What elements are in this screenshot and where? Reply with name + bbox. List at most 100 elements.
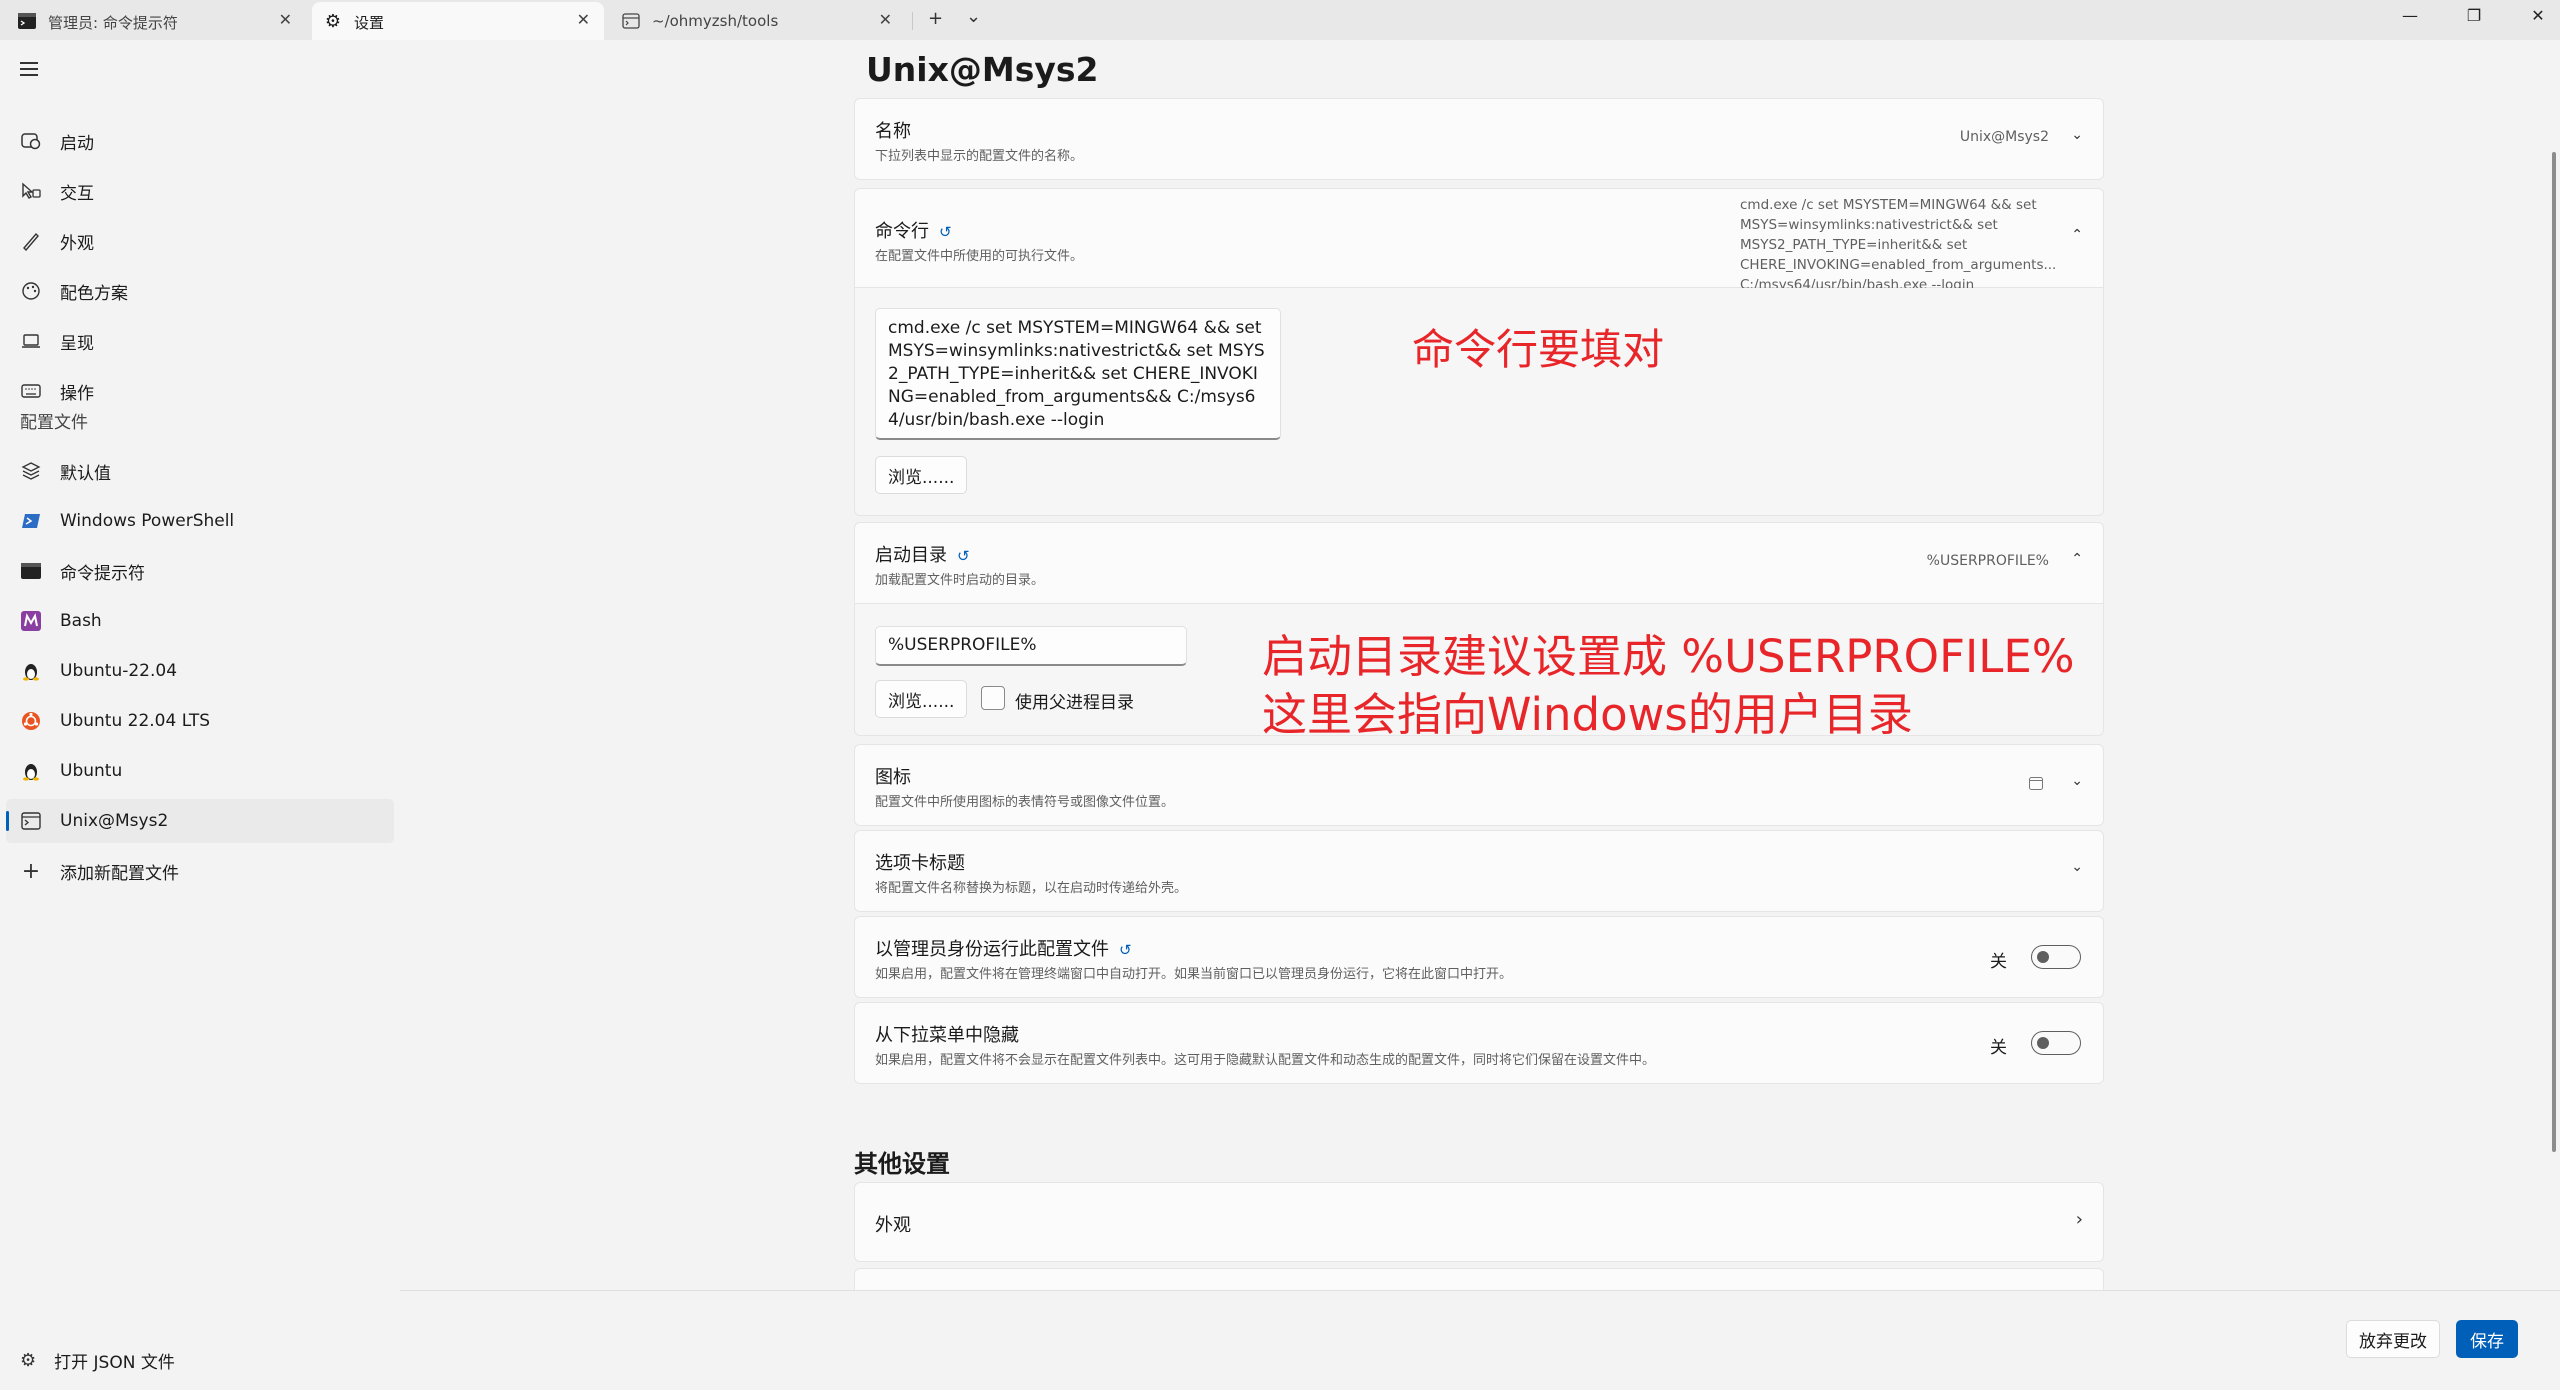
setting-description: 将配置文件名称替换为标题，以在启动时传递给外壳。 — [875, 881, 1188, 896]
sidebar-item-label: Bash — [60, 611, 102, 631]
title-bar: 管理员: 命令提示符 ✕ ⚙ 设置 ✕ ~/ohmyzsh/tools ✕ + … — [0, 0, 2560, 40]
sidebar-item-command-prompt[interactable]: 命令提示符 — [6, 549, 394, 593]
chevron-up-icon[interactable]: ⌃ — [2071, 227, 2083, 243]
use-parent-dir-checkbox[interactable] — [981, 686, 1005, 710]
setting-title: 图标 — [875, 767, 911, 788]
msys-icon — [20, 610, 42, 632]
setting-description: 如果启用，配置文件将不会显示在配置文件列表中。这可用于隐藏默认配置文件和动态生成… — [875, 1053, 1656, 1068]
chevron-right-icon: › — [2075, 1209, 2083, 1230]
scrollbar[interactable] — [2552, 152, 2556, 1152]
appearance-icon — [20, 230, 42, 252]
reset-icon[interactable]: ↺ — [1119, 941, 1132, 959]
restore-button[interactable]: ❐ — [2462, 6, 2486, 25]
toggle-state-label: 关 — [1990, 1038, 2007, 1058]
close-icon[interactable]: ✕ — [279, 10, 292, 29]
sidebar: 启动 交互 外观 配色方案 呈现 操作 配置文件 默认值 Windows Pow… — [0, 40, 400, 1390]
chevron-up-icon[interactable]: ⌃ — [2071, 551, 2083, 567]
save-button[interactable]: 保存 — [2456, 1320, 2518, 1358]
commandline-setting-card[interactable]: 命令行 ↺ 在配置文件中所使用的可执行文件。 cmd.exe /c set MSY… — [854, 188, 2104, 293]
open-json-label: 打开 JSON 文件 — [54, 1353, 175, 1373]
sidebar-item-label: Ubuntu — [60, 761, 123, 781]
sidebar-item-startup[interactable]: 启动 — [6, 119, 394, 163]
chevron-down-icon[interactable]: ⌄ — [2071, 859, 2083, 875]
sidebar-item-label: 外观 — [60, 233, 94, 254]
sidebar-item-label: 默认值 — [60, 463, 111, 484]
sidebar-item-ubuntu[interactable]: Ubuntu — [6, 749, 394, 793]
setting-title: 命令行 ↺ — [875, 221, 952, 242]
sidebar-item-rendering[interactable]: 呈现 — [6, 319, 394, 363]
sidebar-item-bash[interactable]: Bash — [6, 599, 394, 643]
close-icon[interactable]: ✕ — [577, 10, 590, 29]
rendering-icon — [20, 330, 42, 352]
sidebar-item-interaction[interactable]: 交互 — [6, 169, 394, 213]
run-as-admin-setting-card: 以管理员身份运行此配置文件 ↺ 如果启用，配置文件将在管理终端窗口中自动打开。如果… — [854, 916, 2104, 998]
sidebar-item-actions[interactable]: 操作 — [6, 369, 394, 413]
icon-setting-card[interactable]: 图标 配置文件中所使用图标的表情符号或图像文件位置。 ⌄ — [854, 744, 2104, 826]
tab-title-setting-card[interactable]: 选项卡标题 将配置文件名称替换为标题，以在启动时传递给外壳。 ⌄ — [854, 830, 2104, 912]
plus-icon: + — [21, 858, 41, 884]
sidebar-item-ubuntu-2204[interactable]: Ubuntu-22.04 — [6, 649, 394, 693]
chevron-down-icon[interactable]: ⌄ — [2071, 127, 2083, 143]
browse-button[interactable]: 浏览...... — [875, 456, 968, 494]
reset-icon[interactable]: ↺ — [939, 223, 952, 241]
discard-changes-button[interactable]: 放弃更改 — [2346, 1320, 2440, 1358]
use-parent-dir-label: 使用父进程目录 — [1015, 693, 1134, 713]
sidebar-item-color-schemes[interactable]: 配色方案 — [6, 269, 394, 313]
tab-settings[interactable]: ⚙ 设置 ✕ — [312, 2, 604, 40]
setting-description: 在配置文件中所使用的可执行文件。 — [875, 249, 1084, 264]
tab-command-prompt[interactable]: 管理员: 命令提示符 ✕ — [6, 2, 306, 40]
hide-from-dropdown-setting-card: 从下拉菜单中隐藏 如果启用，配置文件将不会显示在配置文件列表中。这可用于隐藏默认… — [854, 1002, 2104, 1084]
reset-icon[interactable]: ↺ — [957, 547, 970, 565]
setting-description: 如果启用，配置文件将在管理终端窗口中自动打开。如果当前窗口已以管理员身份运行，它… — [875, 967, 1513, 982]
powershell-icon — [20, 510, 42, 532]
next-link-card[interactable] — [854, 1268, 2104, 1290]
sidebar-item-label: 操作 — [60, 383, 94, 404]
sidebar-item-unix-msys2[interactable]: Unix@Msys2 — [6, 799, 394, 843]
chevron-down-icon[interactable]: ⌄ — [2071, 773, 2083, 789]
open-json-button[interactable]: ⚙ 打开 JSON 文件 — [20, 1348, 175, 1373]
close-icon[interactable]: ✕ — [879, 10, 892, 29]
sidebar-item-defaults[interactable]: 默认值 — [6, 449, 394, 493]
startdir-input[interactable]: %USERPROFILE% — [875, 626, 1187, 666]
browse-button[interactable]: 浏览...... — [875, 680, 968, 718]
minimize-button[interactable]: — — [2398, 6, 2422, 25]
layers-icon — [20, 460, 42, 482]
footer-divider — [400, 1290, 2560, 1291]
hamburger-menu-icon[interactable] — [20, 62, 38, 80]
startdir-setting-card[interactable]: 启动目录 ↺ 加载配置文件时启动的目录。 %USERPROFILE% ⌃ — [854, 522, 2104, 604]
hide-from-dropdown-toggle[interactable] — [2031, 1031, 2081, 1055]
sidebar-item-label: 启动 — [60, 133, 94, 154]
add-profile-button[interactable]: + 添加新配置文件 — [6, 849, 394, 893]
close-window-button[interactable]: ✕ — [2526, 6, 2550, 25]
startdir-annotation-line1: 启动目录建议设置成 %USERPROFILE% — [1262, 630, 2075, 683]
keyboard-icon — [20, 380, 42, 402]
sidebar-item-powershell[interactable]: Windows PowerShell — [6, 499, 394, 543]
cmd-icon — [20, 560, 42, 582]
sidebar-item-appearance[interactable]: 外观 — [6, 219, 394, 263]
page-title: Unix@Msys2 — [866, 50, 1099, 89]
setting-title: 选项卡标题 — [875, 853, 965, 874]
gear-icon: ⚙ — [20, 1350, 37, 1371]
commandline-summary: cmd.exe /c set MSYSTEM=MINGW64 && set MS… — [1740, 197, 2057, 293]
sidebar-item-label: 呈现 — [60, 333, 94, 354]
name-setting-card[interactable]: 名称 下拉列表中显示的配置文件的名称。 Unix@Msys2 ⌄ — [854, 98, 2104, 180]
setting-description: 加载配置文件时启动的目录。 — [875, 573, 1045, 588]
startdir-value: %USERPROFILE% — [1926, 553, 2049, 569]
profiles-section-header: 配置文件 — [20, 413, 88, 433]
setting-description: 配置文件中所使用图标的表情符号或图像文件位置。 — [875, 795, 1175, 810]
tab-ohmyzsh[interactable]: ~/ohmyzsh/tools ✕ — [610, 2, 906, 40]
appearance-link-card[interactable]: 外观 › — [854, 1182, 2104, 1262]
settings-main: Unix@Msys2 名称 下拉列表中显示的配置文件的名称。 Unix@Msys… — [400, 40, 2560, 1290]
terminal-icon — [20, 810, 42, 832]
linux-icon — [20, 660, 42, 682]
tab-label: 设置 — [354, 14, 385, 32]
sidebar-item-ubuntu-2204-lts[interactable]: Ubuntu 22.04 LTS — [6, 699, 394, 743]
terminal-icon — [622, 12, 640, 30]
run-as-admin-toggle[interactable] — [2031, 945, 2081, 969]
add-profile-label: 添加新配置文件 — [60, 863, 179, 884]
tab-dropdown-button[interactable]: ⌄ — [966, 6, 981, 27]
setting-title: 从下拉菜单中隐藏 — [875, 1025, 1019, 1046]
tab-label: ~/ohmyzsh/tools — [652, 12, 779, 30]
new-tab-button[interactable]: + — [928, 8, 943, 29]
commandline-input[interactable]: cmd.exe /c set MSYSTEM=MINGW64 && set MS… — [875, 308, 1281, 440]
